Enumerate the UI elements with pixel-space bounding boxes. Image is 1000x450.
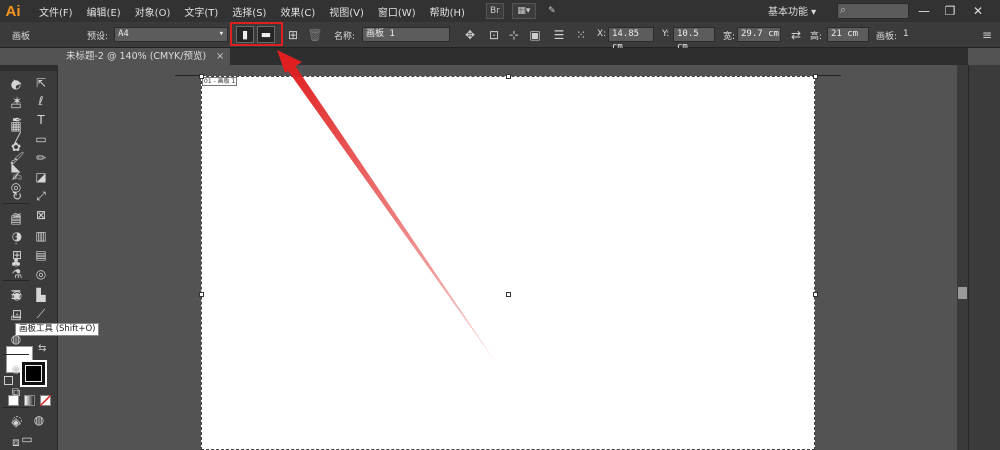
minimize-button[interactable]: — bbox=[913, 2, 935, 20]
swap-colors-icon[interactable]: ⇆ bbox=[38, 343, 46, 354]
gradient-mode-icon[interactable] bbox=[24, 395, 35, 406]
panel-dock bbox=[968, 65, 1000, 450]
center-point[interactable] bbox=[506, 292, 511, 297]
menu-item-1[interactable]: 编辑(E) bbox=[80, 4, 128, 19]
brushes-panel-icon[interactable]: ✿ bbox=[7, 138, 25, 156]
panel-separator bbox=[3, 407, 29, 408]
y-input[interactable]: 10.5 cm bbox=[673, 27, 715, 52]
artboard-options-icon[interactable]: ☰ bbox=[550, 26, 568, 44]
appearance-panel-icon[interactable]: ▤ bbox=[7, 210, 25, 228]
stroke-inner bbox=[25, 365, 42, 382]
layers-panel-icon[interactable]: ◈ bbox=[7, 413, 25, 431]
workspace-label: 基本功能 bbox=[768, 7, 808, 18]
menu-item-2[interactable]: 对象(O) bbox=[128, 4, 178, 19]
menu-items: 文件(F) 编辑(E) 对象(O) 文字(T) 选择(S) 效果(C) 视图(V) 窗口(W)… bbox=[32, 4, 472, 19]
transparency-panel-icon[interactable]: ◍ bbox=[7, 330, 25, 348]
landscape-button[interactable]: ▬ bbox=[257, 26, 275, 43]
menu-item-5[interactable]: 效果(C) bbox=[273, 4, 322, 19]
menu-item-3[interactable]: 文字(T) bbox=[177, 4, 225, 19]
menu-item-7[interactable]: 窗口(W) bbox=[371, 4, 423, 19]
illustrator-window: Ai 文件(F) 编辑(E) 对象(O) 文字(T) 选择(S) 效果(C) 视图(V) 窗口… bbox=[0, 0, 1000, 450]
align-panel-icon[interactable]: ⫶ bbox=[7, 232, 25, 250]
swatches-panel-icon[interactable]: ▦ bbox=[7, 117, 25, 135]
show-cross-hairs-icon[interactable]: ⊹ bbox=[505, 26, 523, 44]
height-label: 高: bbox=[810, 32, 823, 42]
pathfinder-panel-icon[interactable]: ⧉ bbox=[7, 383, 25, 401]
slice-tool-icon[interactable]: ⟋ bbox=[30, 303, 52, 325]
transform-panel-icon[interactable]: ✺ bbox=[7, 361, 25, 379]
resize-handle[interactable] bbox=[506, 74, 511, 79]
panel-name: 画板 bbox=[12, 32, 31, 42]
x-input[interactable]: 14.85 cm bbox=[608, 27, 654, 52]
none-mode-icon[interactable] bbox=[40, 395, 51, 406]
show-video-safe-icon[interactable]: ▣ bbox=[526, 26, 544, 44]
preset-label: 预设: bbox=[87, 32, 109, 42]
name-label: 名称: bbox=[334, 32, 356, 42]
document-tab[interactable]: 未标题-2 @ 140% (CMYK/预览) bbox=[58, 48, 230, 65]
crop-mark bbox=[175, 75, 201, 76]
artboards-count-label: 画板: bbox=[876, 32, 898, 42]
menu-item-4[interactable]: 选择(S) bbox=[225, 4, 273, 19]
resize-handle[interactable] bbox=[199, 74, 204, 79]
constrain-proportions-icon[interactable]: ⇄ bbox=[787, 26, 805, 44]
panel-separator bbox=[3, 354, 29, 355]
move-artwork-icon[interactable]: ✥ bbox=[461, 26, 479, 44]
artboard-label: 01 - 画板 1 bbox=[202, 77, 238, 86]
stroke-panel-icon[interactable]: ☰ bbox=[7, 286, 25, 304]
tools-panel-header bbox=[0, 65, 58, 71]
restore-button[interactable]: ❐ bbox=[939, 2, 961, 20]
chevron-down-icon: ▾ bbox=[218, 29, 224, 39]
graphic-styles-panel-icon[interactable]: ◎ bbox=[7, 178, 25, 196]
new-artboard-icon[interactable]: ⊞ bbox=[284, 26, 302, 44]
delete-artboard-icon[interactable]: 🗑 bbox=[306, 26, 324, 44]
gpu-performance-icon[interactable]: ✎ bbox=[544, 3, 560, 19]
club-icon[interactable]: ♣ bbox=[7, 254, 25, 272]
resize-handle[interactable] bbox=[813, 292, 818, 297]
panel-menu-icon[interactable]: ≡ bbox=[978, 26, 996, 44]
preset-value: A4 bbox=[118, 29, 129, 39]
blend-tool-icon[interactable]: ◎ bbox=[30, 263, 52, 285]
gradient-panel-icon[interactable]: ▭ bbox=[7, 308, 25, 326]
menu-item-8[interactable]: 帮助(H) bbox=[423, 4, 472, 19]
panel-separator bbox=[3, 280, 29, 281]
symbols-panel-icon[interactable]: ◣ bbox=[7, 158, 25, 176]
panel-separator bbox=[3, 203, 29, 204]
preset-select[interactable]: A4 ▾ bbox=[114, 27, 228, 42]
portrait-icon: ▮ bbox=[241, 28, 249, 41]
reference-point-icon[interactable]: ⁙ bbox=[572, 26, 590, 44]
crop-mark bbox=[815, 75, 841, 76]
show-center-mark-icon[interactable]: ⊡ bbox=[485, 26, 503, 44]
menu-item-0[interactable]: 文件(F) bbox=[32, 4, 80, 19]
x-label: X: bbox=[597, 29, 607, 39]
artboard-name-input[interactable]: 画板 1 bbox=[362, 27, 450, 42]
close-button[interactable]: ✕ bbox=[967, 2, 989, 20]
artboards-panel-icon[interactable]: ⧈ bbox=[7, 433, 25, 450]
menu-item-6[interactable]: 视图(V) bbox=[322, 4, 371, 19]
artboards-count-value: 1 bbox=[903, 29, 909, 39]
color-panel-icon[interactable]: ◐ bbox=[7, 75, 25, 93]
resize-handle[interactable] bbox=[813, 74, 818, 79]
color-guide-icon[interactable]: ▭ bbox=[7, 96, 25, 114]
close-tab-button[interactable]: × bbox=[216, 48, 228, 65]
search-icon: ⌕ bbox=[840, 3, 847, 16]
tooltip: 画板工具 (Shift+O) bbox=[15, 323, 100, 336]
grid-icon: ▦▾ bbox=[517, 6, 531, 16]
vertical-scrollbar[interactable] bbox=[957, 65, 968, 450]
width-label: 宽: bbox=[723, 32, 736, 42]
width-input[interactable]: 29.7 cm bbox=[737, 27, 781, 42]
bridge-button[interactable]: Br bbox=[485, 3, 504, 19]
arrange-documents-button[interactable]: ▦▾ bbox=[511, 3, 536, 19]
artboard[interactable] bbox=[201, 76, 815, 450]
free-transform-tool-icon[interactable]: ⊠ bbox=[30, 204, 52, 226]
resize-handle[interactable] bbox=[199, 292, 204, 297]
workspace-switcher[interactable]: 基本功能 ▾ bbox=[768, 3, 816, 18]
portrait-button[interactable]: ▮ bbox=[236, 26, 254, 43]
height-input[interactable]: 21 cm bbox=[827, 27, 869, 42]
landscape-icon: ▬ bbox=[260, 28, 272, 41]
y-label: Y: bbox=[662, 29, 670, 39]
app-logo: Ai bbox=[5, 2, 21, 20]
scrollbar-thumb[interactable] bbox=[958, 287, 967, 299]
